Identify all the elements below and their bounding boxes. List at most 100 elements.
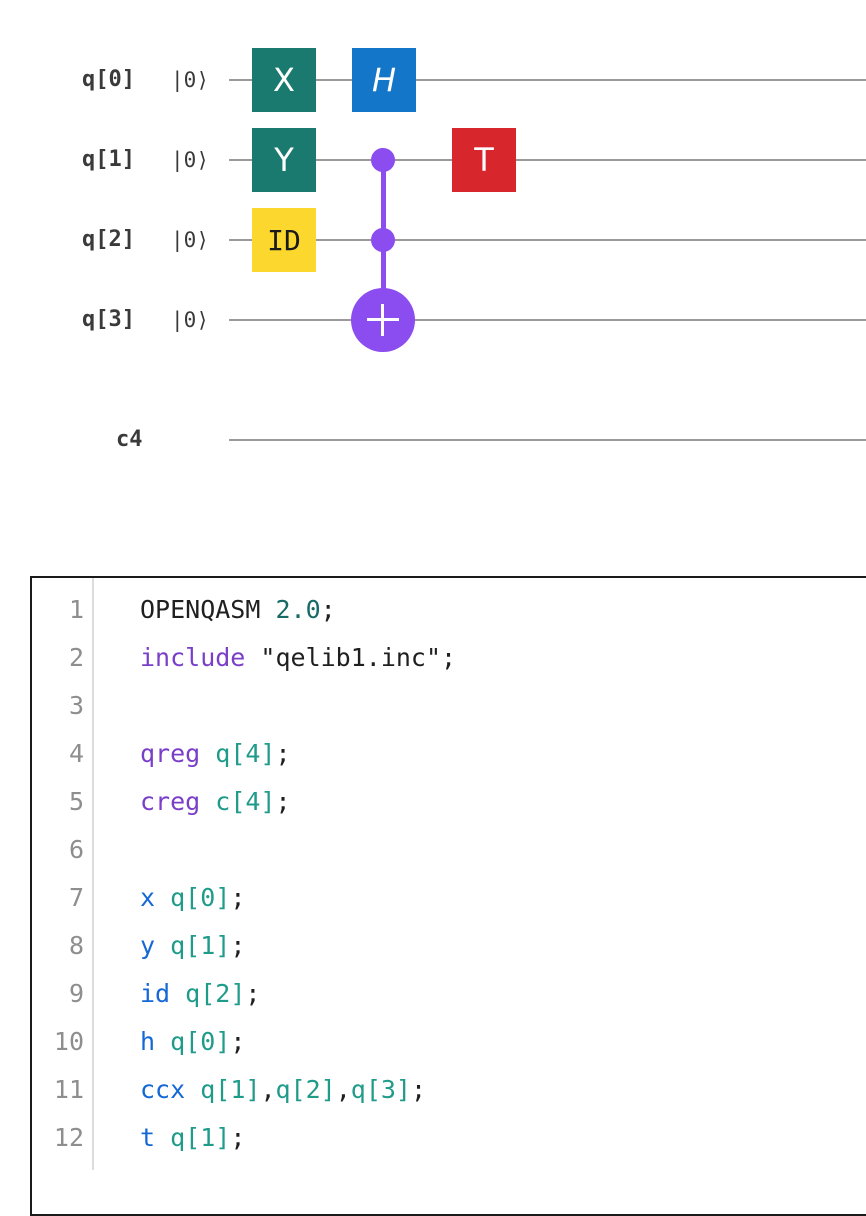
line-number: 1: [68, 595, 84, 624]
code-line-1[interactable]: 1 OPENQASM 2.0;: [32, 586, 852, 634]
code-semicolon: ;: [411, 1075, 427, 1104]
code-argument: c[4]: [215, 787, 276, 816]
code-semicolon: ;: [441, 643, 457, 672]
code-argument: q[3]: [350, 1075, 411, 1104]
line-number: 9: [68, 979, 84, 1008]
code-gate-name: ccx: [140, 1075, 186, 1104]
code-semicolon: ;: [230, 1027, 246, 1056]
qubit-wire-q3: [229, 319, 866, 321]
code-argument: q[0]: [170, 1027, 231, 1056]
creg-label: c4: [116, 427, 143, 452]
qubit-init-q3: |0⟩: [171, 308, 209, 332]
code-gate-name: y: [140, 931, 156, 960]
line-number: 10: [53, 1027, 84, 1056]
code-semicolon: ;: [230, 1123, 246, 1152]
code-semicolon: ;: [230, 883, 246, 912]
y-gate[interactable]: Y: [252, 128, 316, 192]
code-line-9[interactable]: 9 id q[2];: [32, 970, 852, 1018]
code-semicolon: ;: [275, 739, 291, 768]
code-argument: q[1]: [170, 1123, 231, 1152]
code-text: include "qelib1.inc";: [140, 634, 456, 682]
qasm-code-editor[interactable]: 1 OPENQASM 2.0; 2 include "qelib1.inc"; …: [30, 576, 866, 1216]
code-keyword: include: [140, 643, 246, 672]
qubit-wire-q2: [229, 239, 866, 241]
code-comma: ,: [260, 1075, 276, 1104]
code-text: t q[1];: [140, 1114, 245, 1162]
code-line-7[interactable]: 7 x q[0];: [32, 874, 852, 922]
code-line-11[interactable]: 11 ccx q[1],q[2],q[3];: [32, 1066, 852, 1114]
qubit-label-q1: q[1]: [82, 147, 135, 172]
line-number: 11: [53, 1075, 84, 1104]
line-number: 3: [68, 691, 84, 720]
code-line-5[interactable]: 5 creg c[4];: [32, 778, 852, 826]
code-gate-name: id: [140, 979, 171, 1008]
code-text: y q[1];: [140, 922, 245, 970]
code-gate-name: x: [140, 883, 156, 912]
code-argument: q[0]: [170, 883, 231, 912]
line-number: 12: [53, 1123, 84, 1152]
code-text: creg c[4];: [140, 778, 291, 826]
qubit-init-q2: |0⟩: [171, 228, 209, 252]
qubit-label-q2: q[2]: [82, 227, 135, 252]
code-line-3[interactable]: 3: [32, 682, 852, 730]
code-line-2[interactable]: 2 include "qelib1.inc";: [32, 634, 852, 682]
line-number: 7: [68, 883, 84, 912]
h-gate[interactable]: H: [352, 48, 416, 112]
code-text: id q[2];: [140, 970, 260, 1018]
code-keyword: creg: [140, 787, 201, 816]
ccx-target-icon[interactable]: [351, 288, 415, 352]
qubit-wire-q0: [229, 79, 866, 81]
code-semicolon: ;: [320, 595, 336, 624]
code-argument: q[1]: [170, 931, 231, 960]
code-line-6[interactable]: 6: [32, 826, 852, 874]
id-gate[interactable]: ID: [252, 208, 316, 272]
code-semicolon: ;: [230, 931, 246, 960]
x-gate[interactable]: X: [252, 48, 316, 112]
code-argument: q[4]: [215, 739, 276, 768]
code-keyword: qreg: [140, 739, 201, 768]
code-line-12[interactable]: 12 t q[1];: [32, 1114, 852, 1162]
code-text: qreg q[4];: [140, 730, 291, 778]
line-number: 6: [68, 835, 84, 864]
code-argument: q[2]: [185, 979, 246, 1008]
line-number: 8: [68, 931, 84, 960]
code-gate-name: h: [140, 1027, 156, 1056]
code-text: x q[0];: [140, 874, 245, 922]
ccx-control-dot-q1[interactable]: [371, 148, 395, 172]
code-string: "qelib1.inc": [260, 643, 442, 672]
code-argument: q[1]: [200, 1075, 261, 1104]
code-line-10[interactable]: 10 h q[0];: [32, 1018, 852, 1066]
code-line-4[interactable]: 4 qreg q[4];: [32, 730, 852, 778]
qubit-init-q1: |0⟩: [171, 148, 209, 172]
qubit-label-q3: q[3]: [82, 307, 135, 332]
qubit-init-q0: |0⟩: [171, 68, 209, 92]
code-gate-name: t: [140, 1123, 156, 1152]
code-semicolon: ;: [275, 787, 291, 816]
code-semicolon: ;: [245, 979, 261, 1008]
code-line-8[interactable]: 8 y q[1];: [32, 922, 852, 970]
code-text: OPENQASM 2.0;: [140, 586, 336, 634]
code-version-number: 2.0: [275, 595, 321, 624]
creg-wire: [229, 439, 866, 441]
qubit-label-q0: q[0]: [82, 67, 135, 92]
qubit-wire-q1: [229, 159, 866, 161]
line-number: 4: [68, 739, 84, 768]
t-gate[interactable]: T: [452, 128, 516, 192]
code-comma: ,: [335, 1075, 351, 1104]
code-text: ccx q[1],q[2],q[3];: [140, 1066, 426, 1114]
code-argument: q[2]: [275, 1075, 336, 1104]
ccx-control-dot-q2[interactable]: [371, 228, 395, 252]
circuit-diagram: q[0] |0⟩ q[1] |0⟩ q[2] |0⟩ q[3] |0⟩ c4 X…: [0, 0, 866, 500]
line-number: 2: [68, 643, 84, 672]
code-text: h q[0];: [140, 1018, 245, 1066]
